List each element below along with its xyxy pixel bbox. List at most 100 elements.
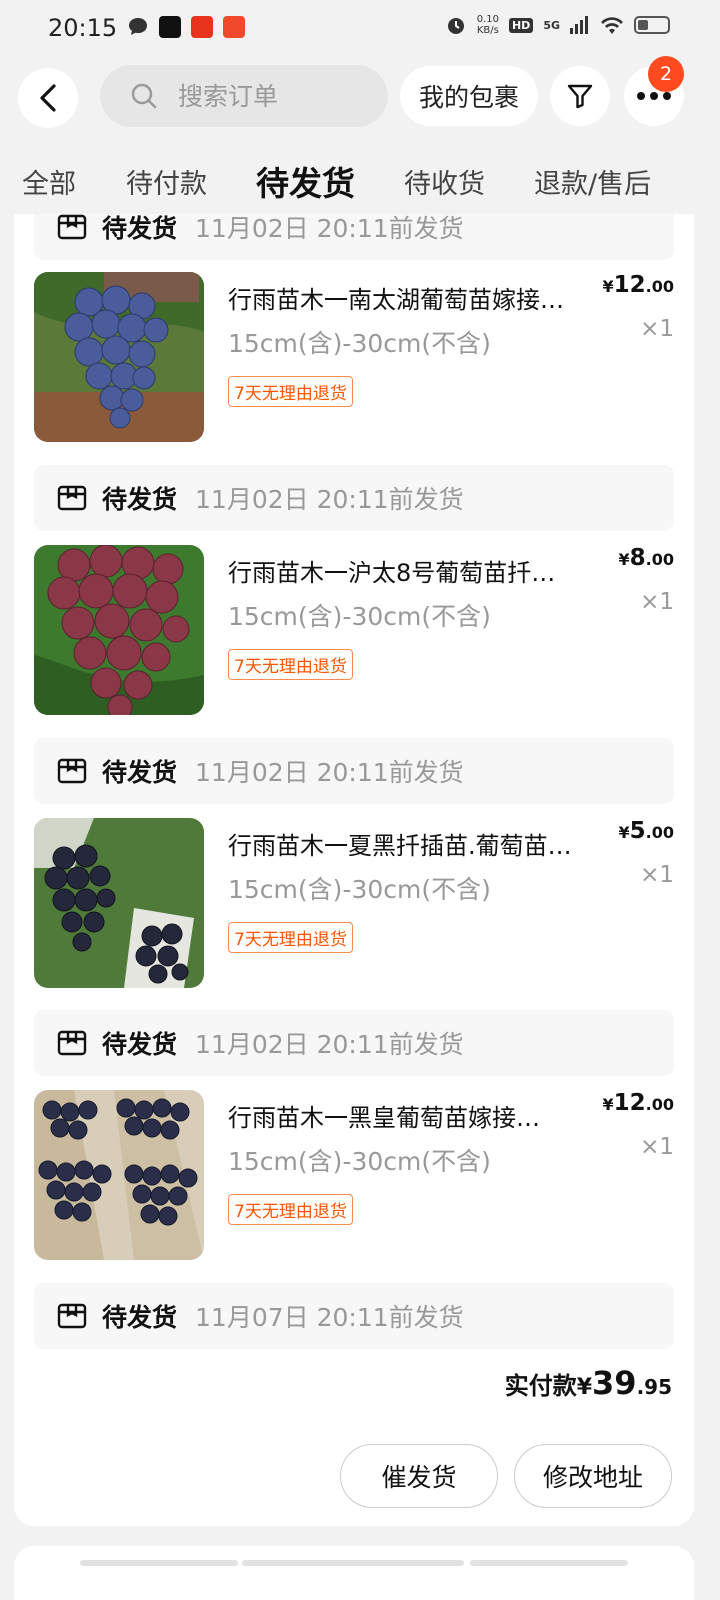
filter-icon bbox=[567, 84, 593, 109]
product-quantity: ×1 bbox=[640, 862, 674, 888]
tab-all[interactable]: 全部 bbox=[22, 162, 76, 201]
price-currency: ¥ bbox=[602, 1095, 614, 1114]
product-quantity: ×1 bbox=[640, 589, 674, 615]
placeholder-line bbox=[242, 1560, 464, 1566]
package-icon bbox=[57, 485, 87, 511]
product-price: ¥5.00 bbox=[619, 818, 675, 844]
price-currency: ¥ bbox=[618, 550, 630, 569]
next-order-card bbox=[14, 1546, 694, 1600]
product-quantity: ×1 bbox=[640, 316, 674, 342]
product-spec: 15cm(含)-30cm(不含) bbox=[228, 602, 491, 631]
product-quantity: ×1 bbox=[640, 1134, 674, 1160]
back-button[interactable] bbox=[18, 68, 78, 128]
order-tabs: 全部 待付款 待发货 待收货 退款/售后 bbox=[0, 150, 720, 216]
tab-refund-aftersale[interactable]: 退款/售后 bbox=[534, 162, 651, 201]
modify-address-button[interactable]: 修改地址 bbox=[514, 1444, 672, 1508]
battery-icon bbox=[634, 16, 670, 34]
product-image[interactable] bbox=[34, 818, 204, 988]
ship-deadline: 11月02日 20:11前发货 bbox=[195, 758, 464, 787]
package-icon bbox=[57, 214, 87, 240]
product-spec: 15cm(含)-30cm(不含) bbox=[228, 329, 491, 358]
price-decimal: .00 bbox=[645, 1095, 674, 1114]
status-time: 20:15 bbox=[48, 14, 118, 42]
ship-status: 待发货 bbox=[102, 1303, 178, 1332]
placeholder-line bbox=[80, 1560, 238, 1566]
product-title[interactable]: 行雨苗木一沪太8号葡萄苗扦… bbox=[228, 553, 612, 588]
net-speed: 0.10 KB/s bbox=[477, 14, 499, 36]
price-currency: ¥ bbox=[618, 823, 630, 842]
signal-icon bbox=[570, 16, 588, 34]
shipping-status-bar: 待发货 11月02日 20:11前发货 bbox=[34, 214, 674, 260]
more-badge: 2 bbox=[648, 56, 684, 92]
shopping-app-icon bbox=[191, 16, 213, 38]
wifi-icon bbox=[601, 17, 623, 34]
order-item[interactable]: 行雨苗木一夏黑扦插苗.葡萄苗… 15cm(含)-30cm(不含) 7天无理由退货… bbox=[34, 818, 674, 990]
tab-pending-payment[interactable]: 待付款 bbox=[126, 162, 207, 201]
return-policy-tag: 7天无理由退货 bbox=[228, 922, 353, 953]
product-image[interactable] bbox=[34, 1090, 204, 1260]
ship-deadline: 11月02日 20:11前发货 bbox=[195, 1030, 464, 1059]
chevron-left-icon bbox=[40, 84, 56, 112]
ship-status: 待发货 bbox=[102, 485, 178, 514]
tab-pending-receipt[interactable]: 待收货 bbox=[404, 162, 485, 201]
return-policy-tag: 7天无理由退货 bbox=[228, 376, 353, 407]
notification-icons bbox=[127, 16, 245, 38]
chat-bubble-icon bbox=[129, 18, 147, 35]
price-integer: 12 bbox=[613, 272, 646, 298]
net-speed-value: 0.10 bbox=[476, 14, 499, 25]
price-integer: 8 bbox=[629, 545, 646, 571]
search-input[interactable] bbox=[178, 81, 358, 111]
package-icon bbox=[57, 1030, 87, 1056]
product-spec: 15cm(含)-30cm(不含) bbox=[228, 875, 491, 904]
return-policy-tag: 7天无理由退货 bbox=[228, 1194, 353, 1225]
top-bar: 我的包裹 bbox=[0, 58, 720, 136]
product-title[interactable]: 行雨苗木一南太湖葡萄苗嫁接… bbox=[228, 280, 612, 315]
my-parcels-button[interactable]: 我的包裹 bbox=[400, 66, 538, 126]
product-price: ¥12.00 bbox=[603, 272, 675, 298]
shipping-status-bar: 待发货 11月02日 20:11前发货 bbox=[34, 1010, 674, 1076]
placeholder-line bbox=[470, 1560, 628, 1566]
price-integer: 5 bbox=[629, 818, 646, 844]
order-card: 待发货 11月02日 20:11前发货 行雨苗木一南太湖葡萄苗嫁接… 15cm(… bbox=[14, 214, 694, 1526]
price-currency: ¥ bbox=[602, 277, 614, 296]
product-title[interactable]: 行雨苗木一黑皇葡萄苗嫁接… bbox=[228, 1098, 612, 1133]
order-item[interactable]: 行雨苗木一黑皇葡萄苗嫁接… 15cm(含)-30cm(不含) 7天无理由退货 ¥… bbox=[34, 1090, 674, 1262]
package-icon bbox=[57, 1303, 87, 1329]
shipping-status-bar: 待发货 11月02日 20:11前发货 bbox=[34, 465, 674, 531]
ship-deadline: 11月02日 20:11前发货 bbox=[195, 214, 464, 243]
more-dots-icon bbox=[637, 92, 671, 100]
urge-shipment-button[interactable]: 催发货 bbox=[340, 1444, 498, 1508]
total-decimal: .95 bbox=[636, 1375, 672, 1399]
tab-pending-shipment[interactable]: 待发货 bbox=[256, 157, 355, 205]
price-decimal: .00 bbox=[645, 823, 674, 842]
hd-badge: HD bbox=[508, 17, 534, 33]
status-bar: 20:15 0.10 KB/s HD 5G bbox=[0, 0, 720, 58]
order-item[interactable]: 行雨苗木一沪太8号葡萄苗扦… 15cm(含)-30cm(不含) 7天无理由退货 … bbox=[34, 545, 674, 717]
package-icon bbox=[57, 758, 87, 784]
net-speed-unit: KB/s bbox=[476, 25, 499, 36]
ship-status: 待发货 bbox=[102, 758, 178, 787]
ship-status: 待发货 bbox=[102, 214, 178, 243]
total-currency: ¥ bbox=[576, 1375, 593, 1400]
alarm-icon bbox=[447, 18, 464, 34]
order-total: 实付款¥39.95 bbox=[505, 1364, 672, 1402]
network-type: 5G bbox=[543, 18, 560, 32]
product-title[interactable]: 行雨苗木一夏黑扦插苗.葡萄苗… bbox=[228, 826, 612, 861]
tiktok-icon bbox=[159, 16, 181, 38]
price-decimal: .00 bbox=[645, 277, 674, 296]
ship-status: 待发货 bbox=[102, 1030, 178, 1059]
total-label: 实付款 bbox=[504, 1372, 577, 1400]
order-item[interactable]: 行雨苗木一南太湖葡萄苗嫁接… 15cm(含)-30cm(不含) 7天无理由退货 … bbox=[34, 272, 674, 444]
product-price: ¥8.00 bbox=[619, 545, 675, 571]
product-spec: 15cm(含)-30cm(不含) bbox=[228, 1147, 491, 1176]
shipping-status-bar: 待发货 11月02日 20:11前发货 bbox=[34, 738, 674, 804]
product-price: ¥12.00 bbox=[603, 1090, 675, 1116]
filter-button[interactable] bbox=[550, 66, 610, 126]
product-image[interactable] bbox=[34, 545, 204, 715]
search-icon bbox=[131, 83, 157, 109]
price-integer: 12 bbox=[613, 1090, 646, 1116]
search-box[interactable] bbox=[100, 65, 388, 127]
ship-deadline: 11月02日 20:11前发货 bbox=[195, 485, 464, 514]
shipping-status-bar: 待发货 11月07日 20:11前发货 bbox=[34, 1283, 674, 1349]
product-image[interactable] bbox=[34, 272, 204, 442]
